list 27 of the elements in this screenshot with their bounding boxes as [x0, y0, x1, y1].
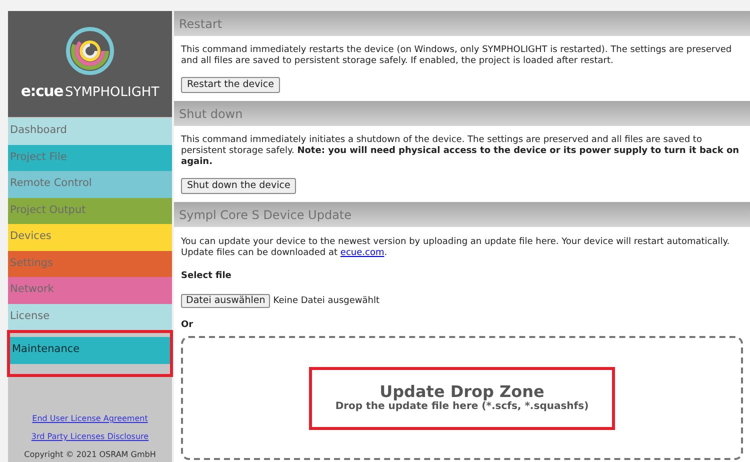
nav-item[interactable]: Remote Control [8, 171, 172, 198]
section-header: Sympl Core S Device Update [174, 202, 750, 227]
choose-file-button[interactable]: Datei auswählen [181, 294, 270, 308]
drop-zone-hint: Drop the update file here (*.scfs, *.squashfs) [335, 401, 589, 413]
or-label: Or [181, 320, 194, 331]
footer-link[interactable]: End User License Agreement [32, 413, 148, 425]
nav-item[interactable]: Dashboard [8, 118, 172, 144]
logo-brand: e:cue [20, 84, 64, 99]
section-header: Shut down [174, 101, 750, 126]
select-file-label: Select file [181, 271, 232, 282]
download-link[interactable]: ecue.com [340, 248, 384, 258]
nav-item[interactable]: License [8, 304, 172, 330]
logo-product: SYMPHOLIGHT [65, 86, 160, 99]
nav-item[interactable]: Maintenance [10, 337, 170, 364]
copyright-text: Copyright © 2021 OSRAM GmbH [24, 449, 156, 461]
command-button[interactable]: Shut down the device [181, 178, 296, 194]
section-description: This command immediately initiates a shutdown of the device. The settings are preserved and all files are saved to persistent storage safely. Note: you will need physical access to the device or its power supply to turn it back on again. [181, 135, 740, 168]
footer-link[interactable]: 3rd Party Licenses Disclosure [31, 431, 149, 443]
ring-logo-icon [65, 26, 115, 76]
drop-zone[interactable]: Update Drop Zone Drop the update file here (*.scfs, *.squashfs) [181, 336, 743, 460]
section-header: Restart [174, 11, 750, 36]
section-description: You can update your device to the newest version by uploading an update file here. Your device will restart automatically. Update files can be downloaded at ecue.com. [181, 237, 731, 259]
section-description: This command immediately restarts the device (on Windows, only SYMPHOLIGHT is restarted). The settings are preserved and all files are saved to persistent storage safely. If enabled, the project is loaded after restart. [181, 45, 733, 67]
command-button[interactable]: Restart the device [181, 77, 280, 93]
nav-item[interactable]: Devices [8, 224, 172, 250]
drop-zone-title: Update Drop Zone [380, 383, 544, 401]
file-status: Keine Datei ausgewählt [273, 296, 380, 306]
